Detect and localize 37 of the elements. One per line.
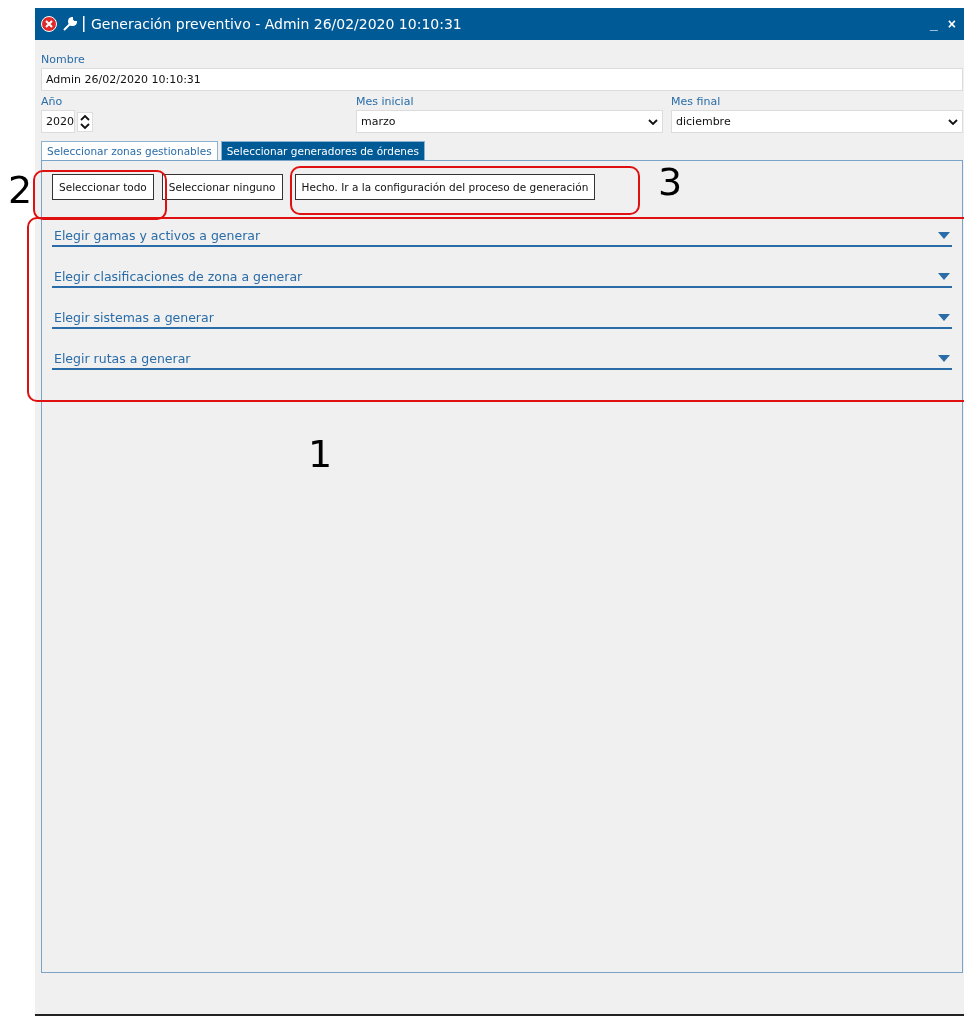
field-label: Mes inicial: [356, 95, 415, 108]
section-header[interactable]: Elegir rutas a generar: [52, 351, 952, 370]
year-field[interactable]: 2020: [41, 110, 75, 133]
section-title: Elegir gamas y activos a generar: [54, 228, 261, 243]
action-button[interactable]: Seleccionar todo: [52, 174, 154, 200]
close-icon[interactable]: [41, 16, 57, 32]
tab[interactable]: Seleccionar zonas gestionables: [41, 141, 218, 160]
annotation-number: 2: [8, 168, 33, 212]
action-button[interactable]: Hecho. Ir a la configuración del proceso de generación: [294, 174, 596, 200]
spinner-icon[interactable]: [77, 111, 93, 132]
wrench-icon[interactable]: [63, 17, 77, 31]
section-header[interactable]: Elegir gamas y activos a generar: [52, 228, 952, 247]
annotation-number: 3: [658, 160, 683, 204]
name-field[interactable]: Admin 26/02/2020 10:10:31: [41, 68, 963, 91]
section-title: Elegir rutas a generar: [54, 351, 191, 366]
divider-icon: [83, 16, 85, 32]
chevron-down-icon: [948, 118, 958, 125]
caret-icon: [938, 273, 950, 280]
month-dropdown[interactable]: diciembre: [671, 110, 963, 133]
close-button[interactable]: ×: [945, 16, 958, 32]
window-title: Generación preventivo - Admin 26/02/2020 10:10:31: [91, 16, 463, 32]
month-dropdown[interactable]: marzo: [356, 110, 663, 133]
section-title: Elegir clasificaciones de zona a generar: [54, 269, 303, 284]
field-label: Nombre: [41, 53, 86, 66]
caret-icon: [938, 355, 950, 362]
tab[interactable]: Seleccionar generadores de órdenes: [220, 141, 425, 160]
chevron-down-icon: [648, 118, 658, 125]
field-label: Mes final: [671, 95, 722, 108]
section-title: Elegir sistemas a generar: [54, 310, 214, 325]
section-header[interactable]: Elegir clasificaciones de zona a generar: [52, 269, 952, 288]
minimize-button[interactable]: _: [928, 16, 940, 32]
action-button[interactable]: Seleccionar ninguno: [161, 174, 283, 200]
annotation-number: 1: [308, 432, 333, 476]
field-label: Año: [41, 95, 64, 108]
caret-icon: [938, 232, 950, 239]
section-header[interactable]: Elegir sistemas a generar: [52, 310, 952, 329]
caret-icon: [938, 314, 950, 321]
